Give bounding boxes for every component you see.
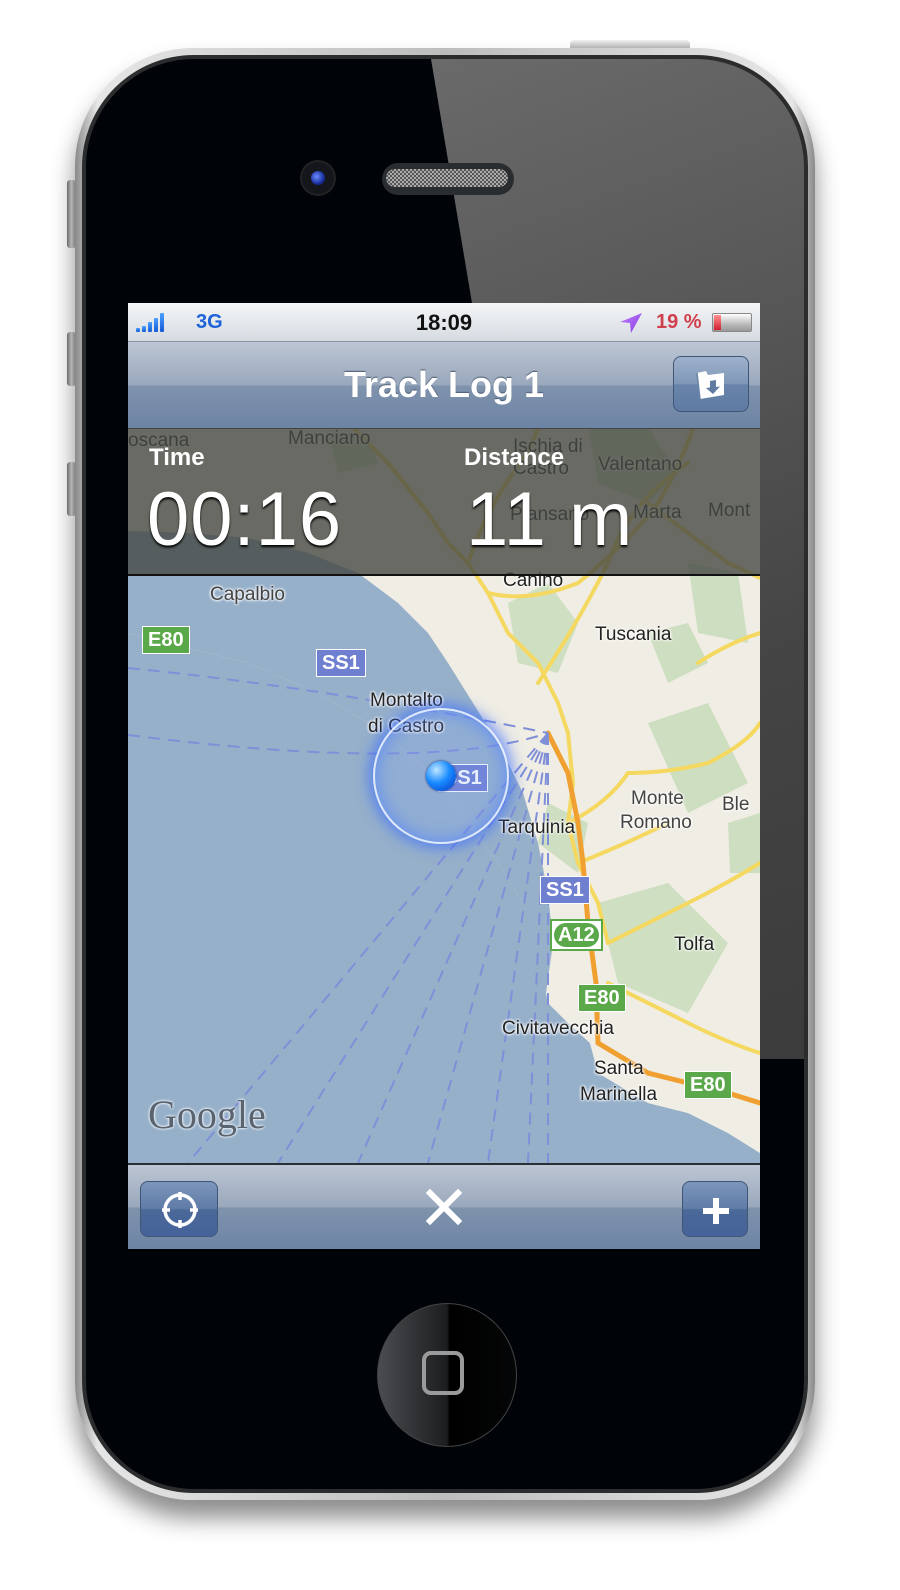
navigation-bar: Track Log 1: [128, 342, 760, 429]
elapsed-time-value: 00:16: [147, 477, 343, 562]
locate-me-button[interactable]: [140, 1181, 218, 1237]
location-arrow-icon: [620, 313, 642, 333]
road-shield-ss1: SS1: [316, 649, 366, 677]
status-bar: 3G 18:09 19 %: [128, 303, 760, 342]
front-camera: [302, 162, 334, 194]
battery-icon: [712, 313, 752, 332]
crosshair-icon: [162, 1192, 198, 1228]
road-shield-a12: A12: [550, 919, 603, 951]
road-shield-e80: E80: [578, 984, 626, 1012]
map-label-romano: Romano: [620, 812, 692, 833]
earpiece-speaker: [382, 163, 514, 195]
map-label-tuscania: Tuscania: [595, 624, 672, 645]
map-label-capalbio: Capalbio: [210, 584, 285, 605]
distance-label: Distance: [464, 444, 565, 471]
time-label: Time: [149, 444, 205, 471]
map-label-santa: Santa: [594, 1058, 644, 1079]
road-shield-ss1: SS1: [540, 876, 590, 904]
folder-download-icon: [696, 371, 724, 400]
map-label-civitavecchia: Civitavecchia: [502, 1018, 614, 1039]
map-label-ble: Ble: [722, 794, 750, 815]
battery-level-fill: [714, 315, 722, 330]
map-label-tarquinia: Tarquinia: [498, 817, 576, 838]
close-icon[interactable]: [424, 1187, 464, 1227]
map-label-marinella: Marinella: [580, 1084, 658, 1105]
home-button-square-icon: [422, 1351, 464, 1395]
map-label-tolfa: Tolfa: [674, 934, 715, 955]
page-title: Track Log 1: [343, 364, 545, 405]
road-shield-a12-label: A12: [554, 923, 599, 947]
bottom-toolbar: [128, 1163, 760, 1249]
google-logo[interactable]: Google: [148, 1091, 266, 1138]
road-shield-e80: E80: [142, 626, 190, 654]
map-label-monte: Monte: [631, 788, 684, 809]
track-stats-panel: Time 00:16 Distance 11 m: [128, 428, 760, 576]
add-waypoint-button[interactable]: [682, 1181, 748, 1237]
home-button[interactable]: [377, 1303, 517, 1447]
distance-value: 11 m: [466, 477, 634, 562]
app-screen: oscana Manciano Ischia di Castro Valenta…: [128, 303, 760, 1249]
save-track-button[interactable]: [673, 356, 749, 412]
battery-percentage: 19 %: [656, 311, 702, 333]
road-shield-e80: E80: [684, 1071, 732, 1099]
current-location-dot[interactable]: [426, 761, 456, 791]
plus-icon: [703, 1198, 729, 1224]
